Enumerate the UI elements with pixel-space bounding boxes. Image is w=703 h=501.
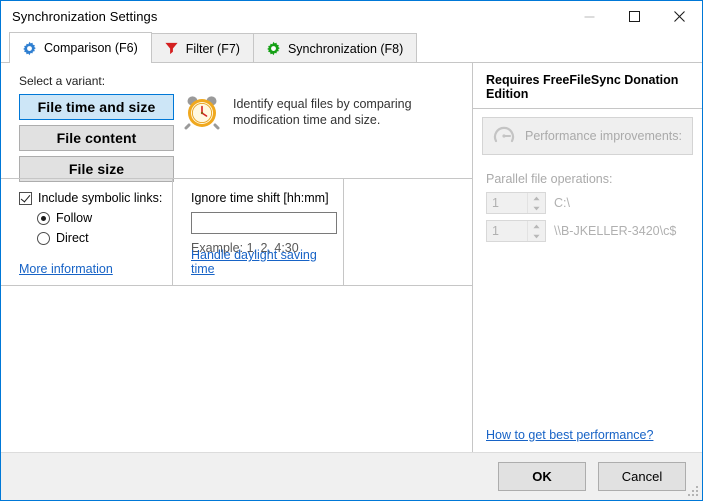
- close-button[interactable]: [657, 1, 702, 32]
- donation-panel: Requires FreeFileSync Donation Edition P…: [473, 63, 702, 452]
- variant-description: Identify equal files by comparing modifi…: [173, 74, 472, 178]
- green-gear-icon: [267, 41, 280, 56]
- follow-radio[interactable]: [37, 211, 50, 225]
- variant-description-line1: Identify equal files by comparing: [233, 97, 412, 111]
- tab-synchronization-label: Synchronization (F8): [287, 41, 404, 56]
- parallel-path-1: \\B-JKELLER-3420\c$: [554, 224, 677, 238]
- tab-filter-label: Filter (F7): [185, 41, 240, 56]
- spinner-down-button[interactable]: [528, 231, 545, 241]
- parallel-path-0: C:\: [554, 196, 570, 210]
- minimize-icon: [584, 16, 595, 18]
- left-pane-empty-area: [1, 286, 472, 452]
- variant-description-line2: modification time and size.: [233, 113, 381, 127]
- gauge-icon: [493, 126, 515, 143]
- parallel-spinner-1-arrows[interactable]: [527, 221, 545, 241]
- tab-comparison-label: Comparison (F6): [44, 41, 138, 55]
- tab-synchronization[interactable]: Synchronization (F8): [252, 33, 418, 63]
- chevron-down-icon: [533, 234, 540, 238]
- include-symbolic-links-label: Include symbolic links:: [38, 191, 163, 205]
- title-bar: Synchronization Settings: [1, 1, 702, 32]
- dialog-footer: OK Cancel: [1, 452, 702, 500]
- parallel-spinner-1-value: 1: [492, 224, 499, 238]
- parallel-file-operations-label: Parallel file operations:: [486, 172, 613, 186]
- spinner-up-button[interactable]: [528, 221, 545, 231]
- chevron-up-icon: [533, 196, 540, 200]
- performance-improvements-label: Performance improvements:: [525, 129, 683, 143]
- parallel-spinner-0-value: 1: [492, 196, 499, 210]
- alarm-clock-icon: [184, 96, 220, 130]
- how-to-get-best-performance-link[interactable]: How to get best performance?: [486, 428, 653, 442]
- parallel-spinner-0-arrows[interactable]: [527, 193, 545, 213]
- close-icon: [674, 11, 685, 22]
- tab-strip: Comparison (F6) Filter (F7) Synchronizat…: [1, 32, 702, 63]
- options-row: Include symbolic links: Follow Direct Mo…: [1, 179, 472, 285]
- maximize-icon: [629, 11, 640, 22]
- spinner-down-button[interactable]: [528, 203, 545, 213]
- variant-file-time-and-size-button[interactable]: File time and size: [19, 94, 174, 120]
- window-title: Synchronization Settings: [12, 9, 158, 24]
- cancel-button[interactable]: Cancel: [598, 462, 686, 491]
- performance-link-wrap: How to get best performance?: [486, 428, 653, 442]
- parallel-row-0: 1 C:\: [473, 192, 702, 214]
- minimize-button[interactable]: [567, 1, 612, 32]
- ok-button[interactable]: OK: [498, 462, 586, 491]
- include-symbolic-links-checkbox-row[interactable]: Include symbolic links:: [19, 191, 172, 205]
- resize-grip[interactable]: [688, 486, 699, 497]
- symlink-option-direct[interactable]: Direct: [37, 231, 172, 245]
- direct-label: Direct: [56, 231, 89, 245]
- ignore-time-shift-label: Ignore time shift [hh:mm]: [191, 191, 329, 205]
- include-symbolic-links-checkbox[interactable]: [19, 191, 32, 205]
- red-funnel-icon: [165, 42, 178, 55]
- comparison-pane: Select a variant: File time and size Fil…: [1, 63, 473, 452]
- select-variant-label: Select a variant:: [19, 74, 106, 88]
- dialog-content: Select a variant: File time and size Fil…: [1, 63, 702, 452]
- blue-gear-icon: [23, 41, 36, 55]
- tab-comparison[interactable]: Comparison (F6): [9, 32, 152, 63]
- symlink-option-follow[interactable]: Follow: [37, 211, 172, 225]
- donation-panel-title: Requires FreeFileSync Donation Edition: [473, 73, 702, 109]
- parallel-spinner-1[interactable]: 1: [486, 220, 546, 242]
- spinner-up-button[interactable]: [528, 193, 545, 203]
- tab-filter[interactable]: Filter (F7): [150, 33, 254, 63]
- variant-description-text: Identify equal files by comparing modifi…: [233, 94, 412, 128]
- parallel-row-1: 1 \\B-JKELLER-3420\c$: [473, 220, 702, 242]
- more-information-link[interactable]: More information: [19, 262, 113, 276]
- time-shift-column: Ignore time shift [hh:mm] Example: 1, 2,…: [173, 179, 344, 285]
- variant-file-content-button[interactable]: File content: [19, 125, 174, 151]
- synchronization-settings-window: Synchronization Settings Comparison (F6)…: [0, 0, 703, 501]
- direct-radio[interactable]: [37, 231, 50, 245]
- chevron-down-icon: [533, 206, 540, 210]
- symbolic-links-column: Include symbolic links: Follow Direct Mo…: [1, 179, 173, 285]
- ignore-time-shift-input[interactable]: [191, 212, 337, 234]
- variant-button-group: Select a variant: File time and size Fil…: [1, 74, 174, 182]
- parallel-spinner-0[interactable]: 1: [486, 192, 546, 214]
- options-filler-column: [344, 179, 472, 285]
- chevron-up-icon: [533, 224, 540, 228]
- handle-daylight-saving-time-link[interactable]: Handle daylight saving time: [191, 248, 343, 276]
- variant-area: Select a variant: File time and size Fil…: [1, 63, 472, 182]
- window-controls: [567, 1, 702, 32]
- performance-improvements-header: Performance improvements:: [482, 117, 693, 155]
- maximize-button[interactable]: [612, 1, 657, 32]
- follow-label: Follow: [56, 211, 93, 225]
